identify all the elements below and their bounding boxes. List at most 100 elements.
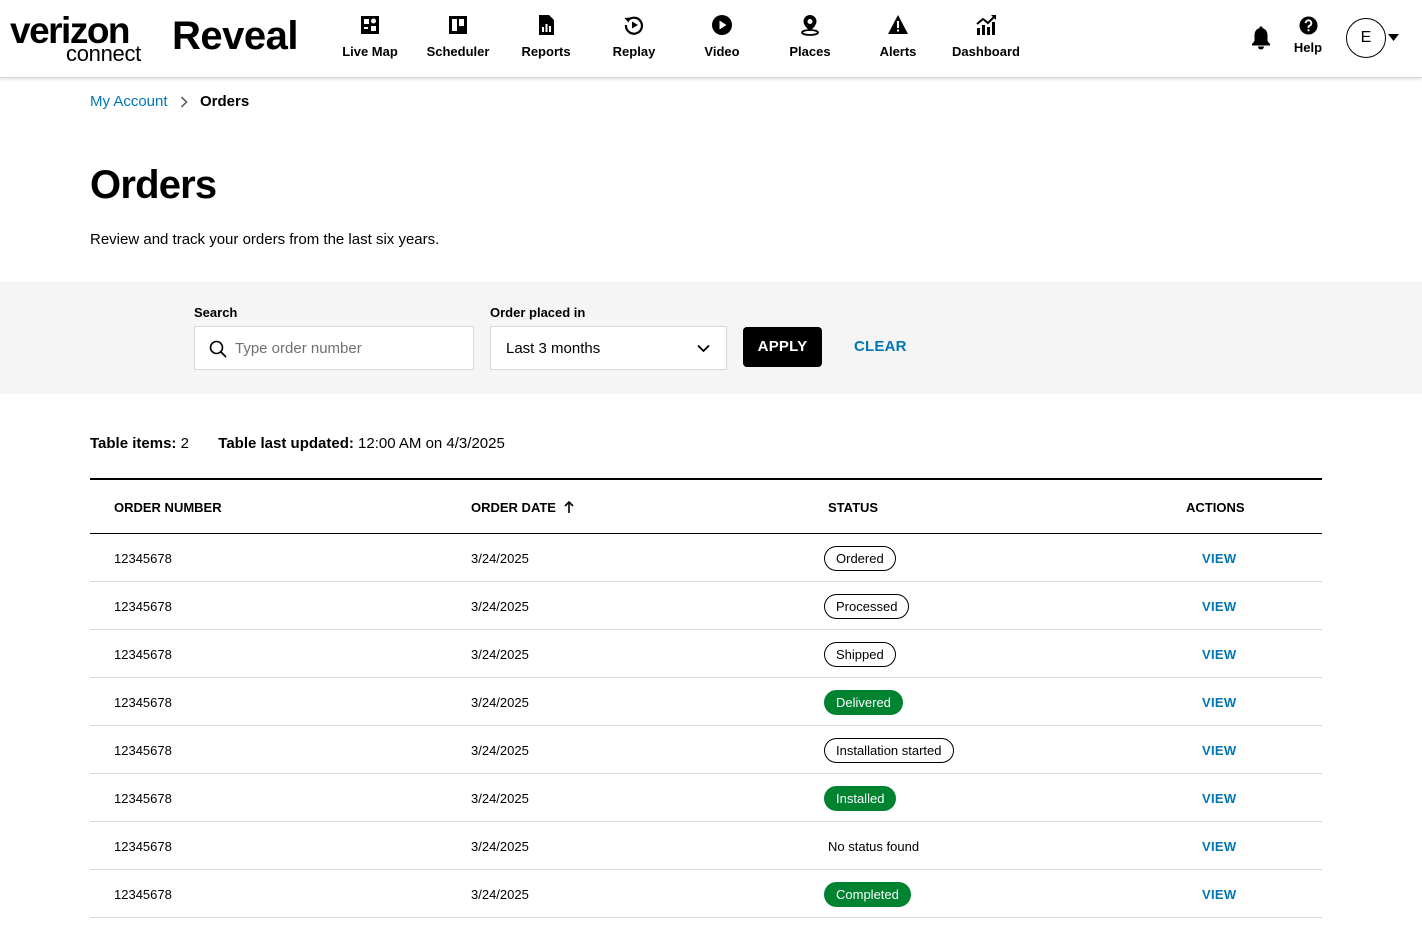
help-label: Help [1293,40,1323,55]
view-order-link[interactable]: VIEW [1202,695,1236,710]
search-input[interactable] [235,335,465,361]
order-number-cell: 12345678 [114,599,172,614]
logo-subword: connect [66,41,141,66]
dashboard-icon [976,15,996,35]
user-avatar[interactable]: E [1346,18,1386,58]
order-number-cell: 12345678 [114,647,172,662]
column-header-actions: ACTIONS [1186,500,1245,515]
top-header: verizon connect Reveal Live Map Schedule… [0,0,1422,78]
scheduler-icon [449,16,467,34]
chevron-right-icon [180,96,188,108]
nav-label: Scheduler [426,44,490,59]
nav-live-map[interactable]: Live Map [326,14,414,66]
order-date-cell: 3/24/2025 [471,647,529,662]
order-date-cell: 3/24/2025 [471,839,529,854]
table-header: ORDER NUMBER ORDER DATE STATUS ACTIONS [90,478,1322,534]
order-date-cell: 3/24/2025 [471,887,529,902]
order-number-cell: 12345678 [114,695,172,710]
nav-video[interactable]: Video [678,14,766,66]
replay-icon [624,16,644,35]
nav-label: Live Map [342,44,398,59]
status-cell: Delivered [824,690,903,715]
table-body: 12345678 3/24/2025 Ordered VIEW 12345678 3/24… [90,534,1322,918]
search-icon [209,340,227,358]
search-label: Search [194,305,238,320]
order-number-cell: 12345678 [114,839,172,854]
order-date-cell: 3/24/2025 [471,743,529,758]
clear-button[interactable]: CLEAR [854,338,907,356]
help-icon [1298,16,1318,35]
live-map-icon [361,16,379,34]
status-badge: Installation started [824,738,954,763]
view-order-link[interactable]: VIEW [1202,551,1236,566]
search-field[interactable] [194,326,474,370]
status-cell: Installed [824,786,897,811]
view-order-link[interactable]: VIEW [1202,791,1236,806]
nav-label: Reports [521,44,571,59]
column-header-order-date[interactable]: ORDER DATE [471,500,574,516]
filter-bar: Search Order placed in Last 3 months APP… [0,282,1422,394]
table-meta: Table items: 2 Table last updated: 12:00… [90,435,505,453]
help-button[interactable]: Help [1290,16,1326,58]
apply-button[interactable]: APPLY [743,327,822,367]
chevron-down-icon [697,344,710,353]
table-updated-value: 12:00 AM on 4/3/2025 [358,435,505,452]
nav-label: Dashboard [952,44,1020,59]
page-title: Orders [90,163,217,207]
order-number-cell: 12345678 [114,791,172,806]
table-row: 12345678 3/24/2025 Shipped VIEW [90,630,1322,678]
app-name: Reveal [172,14,298,58]
status-cell: Shipped [824,642,896,667]
order-number-cell: 12345678 [114,743,172,758]
order-period-value: Last 3 months [506,340,601,357]
order-date-cell: 3/24/2025 [471,695,529,710]
caret-down-icon[interactable] [1388,34,1399,42]
nav-places[interactable]: Places [766,14,854,66]
status-badge: Installed [824,786,897,811]
column-header-status: STATUS [828,500,879,515]
page-description: Review and track your orders from the la… [90,231,440,248]
table-row: 12345678 3/24/2025 Ordered VIEW [90,534,1322,582]
nav-label: Alerts [879,44,917,59]
nav-dashboard[interactable]: Dashboard [942,14,1030,66]
status-badge: Shipped [824,642,896,667]
sort-arrow-up-icon[interactable] [564,501,574,513]
nav-label: Replay [612,44,656,59]
table-row: 12345678 3/24/2025 Processed VIEW [90,582,1322,630]
breadcrumb-current: Orders [200,93,250,110]
nav-alerts[interactable]: Alerts [854,14,942,66]
order-date-cell: 3/24/2025 [471,791,529,806]
order-number-cell: 12345678 [114,887,172,902]
nav-reports[interactable]: Reports [502,14,590,66]
table-row: 12345678 3/24/2025 Delivered VIEW [90,678,1322,726]
nav-replay[interactable]: Replay [590,14,678,66]
table-updated-label: Table last updated: [218,435,354,452]
status-badge: Ordered [824,546,896,571]
column-header-order-date-label: ORDER DATE [471,500,556,515]
table-row: 12345678 3/24/2025 No status found VIEW [90,822,1322,870]
view-order-link[interactable]: VIEW [1202,839,1236,854]
table-row: 12345678 3/24/2025 Installed VIEW [90,774,1322,822]
view-order-link[interactable]: VIEW [1202,887,1236,902]
breadcrumb-my-account-link[interactable]: My Account [90,93,168,111]
status-badge: Delivered [824,690,903,715]
view-order-link[interactable]: VIEW [1202,743,1236,758]
nav-scheduler[interactable]: Scheduler [414,14,502,66]
orders-table: ORDER NUMBER ORDER DATE STATUS ACTIONS 1… [90,478,1322,918]
order-period-select[interactable]: Last 3 months [490,326,727,370]
status-cell: Processed [824,594,910,619]
order-number-cell: 12345678 [114,551,172,566]
notifications-bell-icon[interactable] [1250,26,1272,50]
status-badge: Completed [824,882,911,907]
verizon-connect-logo[interactable]: verizon connect [10,12,150,66]
table-row: 12345678 3/24/2025 Completed VIEW [90,870,1322,918]
column-header-order-number[interactable]: ORDER NUMBER [114,500,222,516]
view-order-link[interactable]: VIEW [1202,647,1236,662]
table-row: 12345678 3/24/2025 Installation started VIE… [90,726,1322,774]
video-icon [712,15,732,35]
view-order-link[interactable]: VIEW [1202,599,1236,614]
status-cell: No status found [828,839,920,854]
order-date-cell: 3/24/2025 [471,551,529,566]
table-items-value: 2 [180,435,189,452]
order-period-label: Order placed in [490,305,586,320]
